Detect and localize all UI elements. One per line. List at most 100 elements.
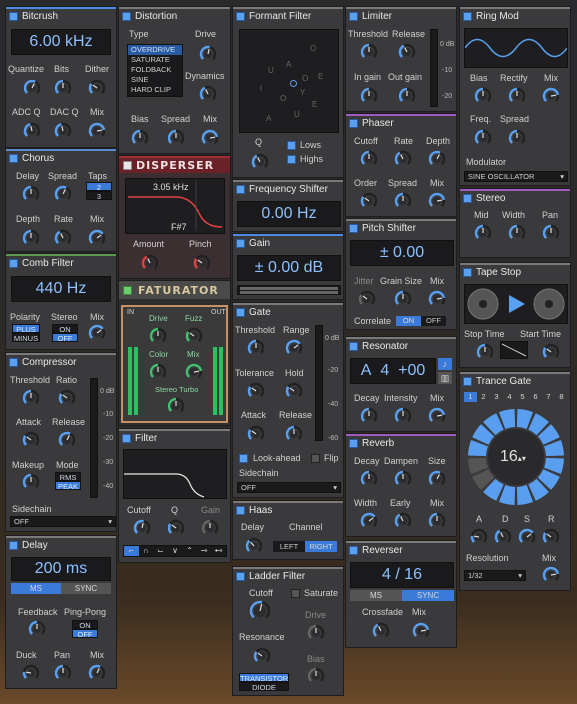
- enable-checkbox[interactable]: [236, 239, 245, 248]
- delay-mode-switch[interactable]: MS SYNC: [11, 583, 111, 594]
- lowshelf-icon[interactable]: ⊸: [197, 546, 212, 556]
- enable-checkbox[interactable]: [9, 154, 18, 163]
- pitch-mix-knob[interactable]: [428, 290, 446, 308]
- delay-time-display[interactable]: 200 ms: [11, 557, 111, 581]
- delay-pan-knob[interactable]: [54, 664, 72, 682]
- freq-shift-display[interactable]: 0.00 Hz: [237, 201, 341, 227]
- enable-checkbox[interactable]: [463, 12, 472, 21]
- highpass-icon[interactable]: ⌙: [153, 546, 168, 556]
- comp-release-knob[interactable]: [58, 431, 76, 449]
- ladder-resonance-knob[interactable]: [253, 647, 271, 665]
- enable-checkbox[interactable]: [349, 12, 358, 21]
- comp-attack-knob[interactable]: [22, 431, 40, 449]
- reverb-dampen-knob[interactable]: [394, 470, 412, 488]
- tape-curve-graph[interactable]: [500, 341, 528, 359]
- resonator-decay-knob[interactable]: [360, 407, 378, 425]
- ringmod-mix-knob[interactable]: [542, 87, 560, 105]
- phaser-depth-knob[interactable]: [428, 150, 446, 168]
- gate-hold-knob[interactable]: [285, 382, 303, 400]
- formant-position-handle[interactable]: [290, 80, 297, 87]
- reverser-mode-switch[interactable]: MS SYNC: [350, 590, 454, 601]
- trance-mix-knob[interactable]: [542, 566, 560, 584]
- faturator-turbo-knob[interactable]: [167, 397, 185, 415]
- stepper-arrows-icon[interactable]: ▴▾: [518, 454, 526, 463]
- step-count-value[interactable]: 16▴▾: [500, 448, 526, 466]
- ladder-cutoff-knob[interactable]: [249, 600, 271, 622]
- gate-release-knob[interactable]: [285, 425, 303, 443]
- stereo-width-knob[interactable]: [508, 224, 526, 242]
- gate-d-knob[interactable]: [494, 528, 512, 546]
- stereo-mid-knob[interactable]: [474, 224, 492, 242]
- distortion-bias-knob[interactable]: [131, 129, 149, 147]
- quantize-knob[interactable]: [23, 79, 41, 97]
- faturator-color-knob[interactable]: [149, 363, 167, 381]
- disperser-amount-knob[interactable]: [141, 254, 159, 272]
- gate-sidechain-dropdown[interactable]: OFF: [237, 482, 341, 493]
- enable-checkbox[interactable]: [463, 377, 472, 386]
- pattern-selector[interactable]: 1 2 3 4 5 6 7 8: [464, 392, 568, 402]
- pingpong-switch[interactable]: ON OFF: [72, 620, 98, 639]
- tape-stop-display[interactable]: [464, 284, 568, 324]
- bandpass-icon[interactable]: ∩: [139, 546, 154, 556]
- limiter-out-gain-knob[interactable]: [398, 87, 416, 105]
- frequency-display[interactable]: 6.00 kHz: [11, 29, 111, 55]
- enable-checkbox[interactable]: [9, 259, 18, 268]
- stop-time-knob[interactable]: [476, 343, 494, 361]
- enable-checkbox[interactable]: [349, 439, 358, 448]
- phaser-order-knob[interactable]: [360, 192, 378, 210]
- reverser-mix-knob[interactable]: [412, 622, 430, 640]
- lowpass-icon[interactable]: ⌐: [124, 546, 139, 556]
- enable-checkbox[interactable]: [122, 12, 131, 21]
- filter-response-graph[interactable]: [123, 449, 227, 499]
- ringmod-bias-knob[interactable]: [474, 87, 492, 105]
- enable-checkbox[interactable]: [236, 185, 245, 194]
- phaser-rate-knob[interactable]: [394, 150, 412, 168]
- gain-display[interactable]: ± 0.00 dB: [237, 255, 341, 281]
- comp-threshold-knob[interactable]: [22, 389, 40, 407]
- comb-stereo-switch[interactable]: ON OFF: [52, 324, 78, 343]
- enable-checkbox[interactable]: [9, 358, 18, 367]
- comb-frequency-display[interactable]: 440 Hz: [11, 276, 111, 302]
- note-mode-icon[interactable]: ♪: [438, 358, 452, 370]
- enable-checkbox[interactable]: [349, 342, 358, 351]
- lows-checkbox[interactable]: [287, 141, 296, 150]
- faturator-mix-knob[interactable]: [185, 363, 203, 381]
- enable-checkbox[interactable]: [463, 268, 472, 277]
- polarity-switch[interactable]: PLUS MINUS: [12, 324, 40, 343]
- enable-checkbox[interactable]: [122, 434, 131, 443]
- distortion-spread-knob[interactable]: [167, 129, 185, 147]
- filter-type-selector[interactable]: ⌐ ∩ ⌙ ∨ ⌃ ⊸ ⊷: [123, 545, 227, 557]
- start-time-knob[interactable]: [542, 343, 560, 361]
- reverb-size-knob[interactable]: [428, 470, 446, 488]
- distortion-type-list[interactable]: OVERDRIVE SATURATE FOLDBACK SINE HARD CL…: [127, 44, 183, 97]
- enable-checkbox[interactable]: [123, 285, 132, 295]
- stereo-pan-knob[interactable]: [542, 224, 560, 242]
- bits-knob[interactable]: [54, 79, 72, 97]
- highs-checkbox[interactable]: [287, 155, 296, 164]
- gate-s-knob[interactable]: [518, 528, 536, 546]
- chorus-delay-knob[interactable]: [22, 185, 40, 203]
- enable-checkbox[interactable]: [236, 12, 245, 21]
- enable-checkbox[interactable]: [236, 308, 245, 317]
- enable-checkbox[interactable]: [236, 572, 245, 581]
- filter-gain-knob[interactable]: [201, 519, 219, 537]
- enable-checkbox[interactable]: [463, 194, 472, 203]
- peak-icon[interactable]: ⌃: [182, 546, 197, 556]
- distortion-drive-knob[interactable]: [199, 45, 217, 63]
- pitch-grain-knob[interactable]: [394, 290, 412, 308]
- correlate-switch[interactable]: ON OFF: [396, 316, 446, 326]
- adc-q-knob[interactable]: [23, 122, 41, 140]
- limiter-in-gain-knob[interactable]: [360, 87, 378, 105]
- chorus-depth-knob[interactable]: [22, 229, 40, 247]
- formant-vowel-pad[interactable]: O A U E I Y O E U A O: [239, 29, 339, 133]
- enable-checkbox[interactable]: [349, 119, 358, 128]
- reverb-early-knob[interactable]: [394, 512, 412, 530]
- haas-delay-knob[interactable]: [245, 537, 263, 555]
- formant-q-knob[interactable]: [251, 153, 269, 171]
- comp-ratio-knob[interactable]: [58, 389, 76, 407]
- enable-checkbox[interactable]: [9, 541, 18, 550]
- ladder-drive-knob[interactable]: [307, 624, 325, 642]
- modulator-dropdown[interactable]: SINE OSCILLATOR: [464, 171, 568, 182]
- ladder-bias-knob[interactable]: [307, 667, 325, 685]
- chorus-spread-knob[interactable]: [54, 185, 72, 203]
